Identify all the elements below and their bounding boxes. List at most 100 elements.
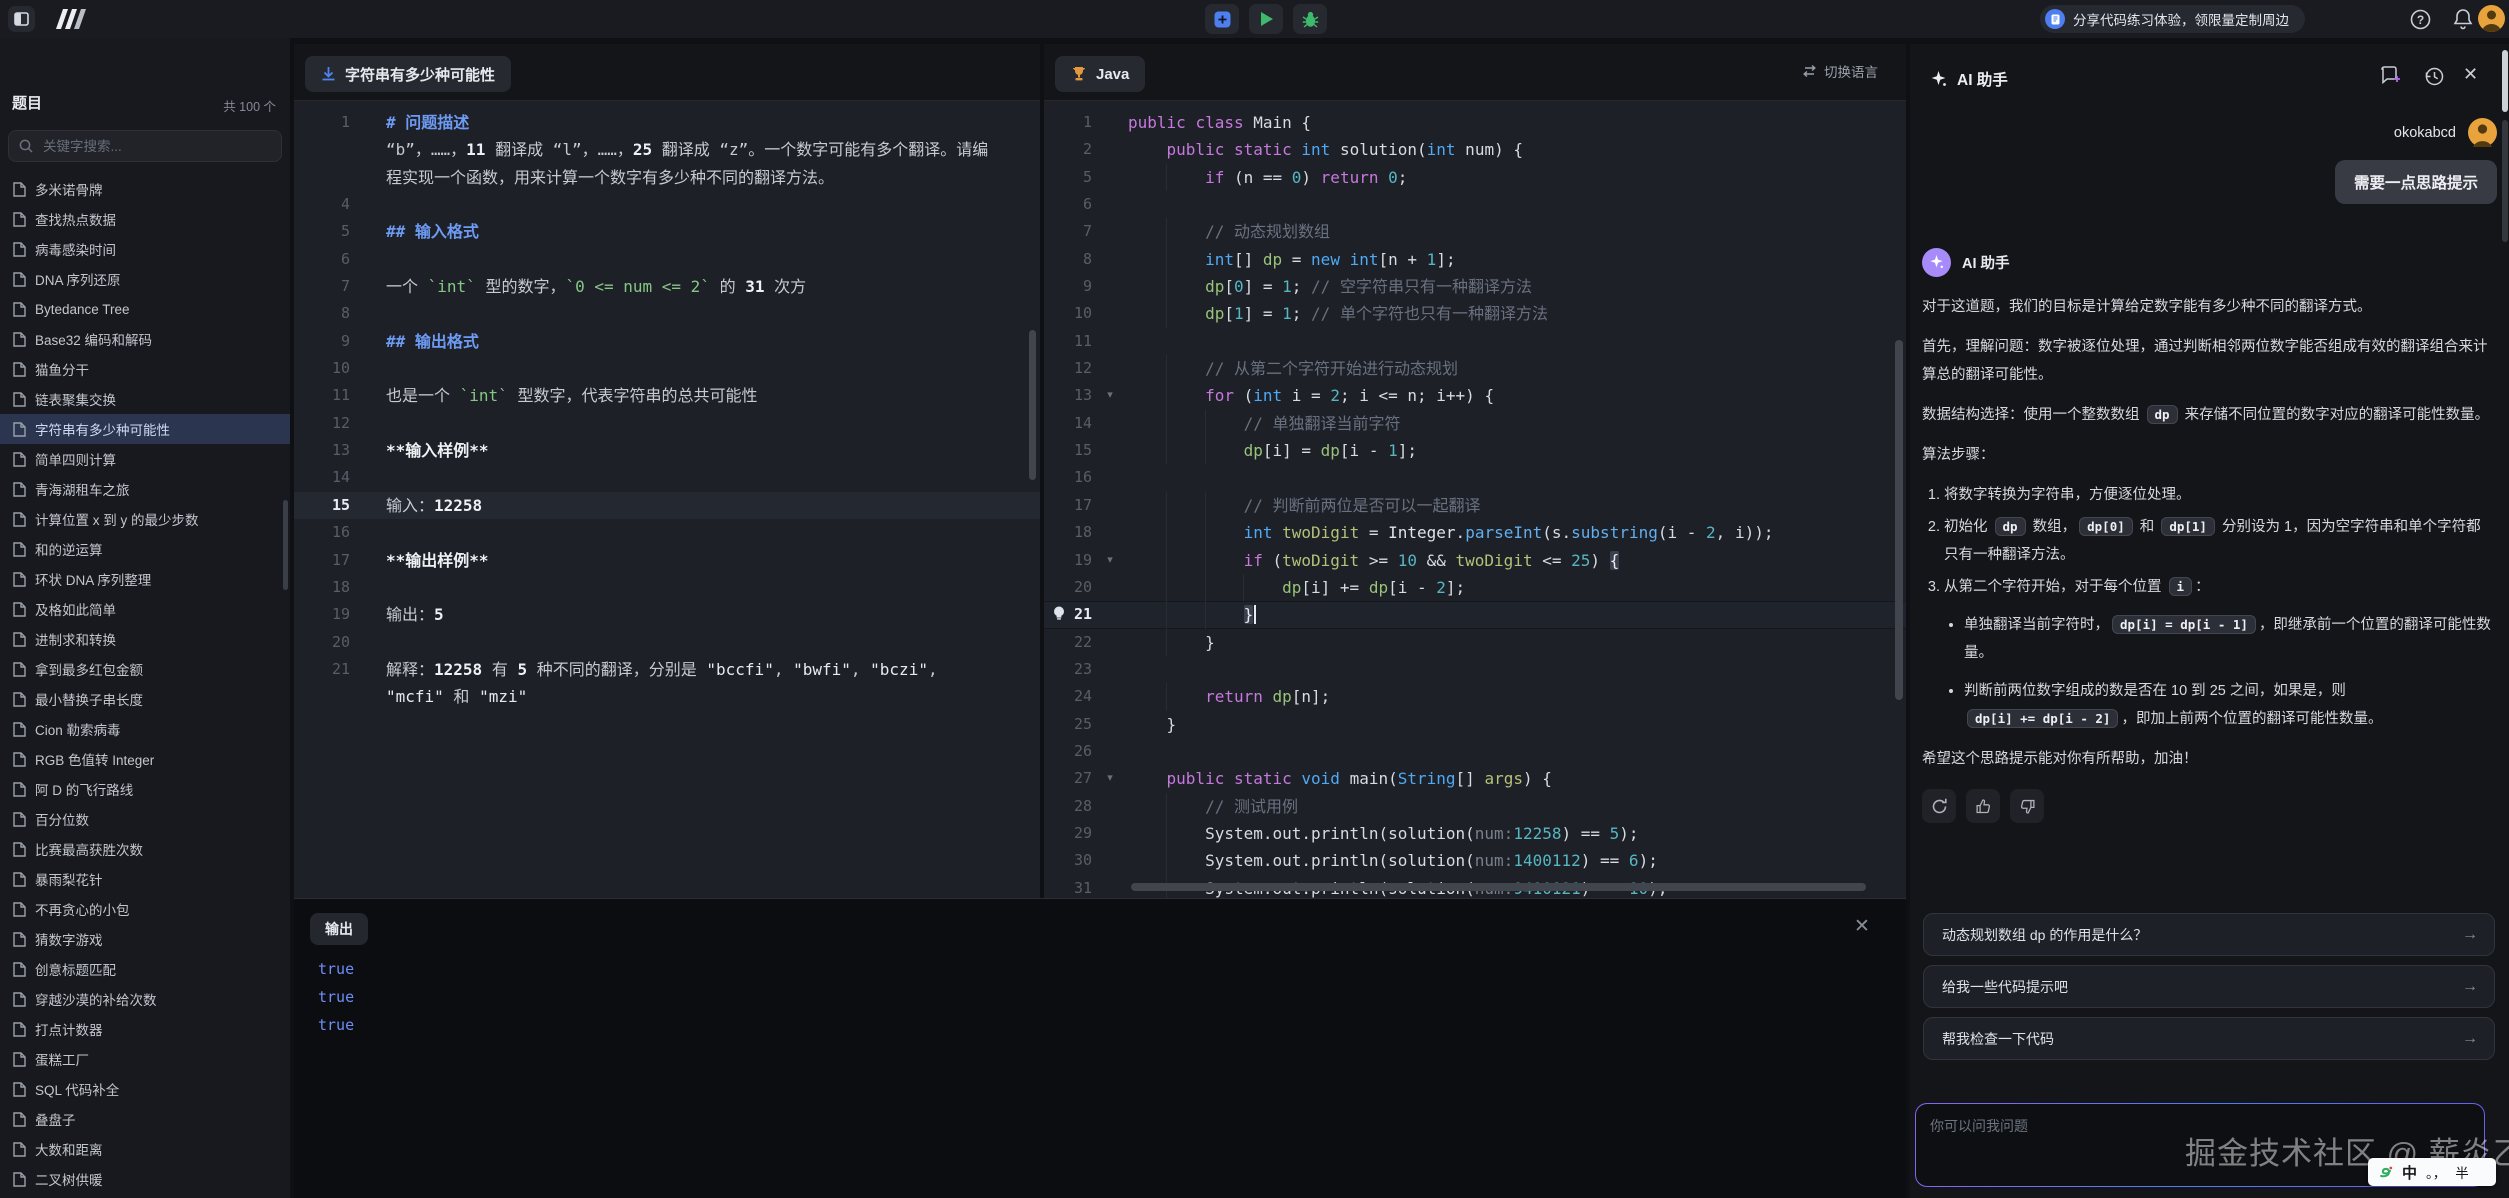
code-line-28[interactable]: 28 // 测试用例: [1044, 793, 1906, 820]
sidebar-item-30[interactable]: SQL 代码补全: [0, 1074, 290, 1104]
sidebar-item-28[interactable]: 打点计数器: [0, 1014, 290, 1044]
description-row[interactable]: 9## 输出格式: [294, 328, 1040, 355]
sidebar-item-19[interactable]: RGB 色值转 Integer: [0, 744, 290, 774]
sidebar-item-16[interactable]: 拿到最多红包金额: [0, 654, 290, 684]
sidebar-item-14[interactable]: 及格如此简单: [0, 594, 290, 624]
notification-bell-icon[interactable]: [2453, 8, 2473, 30]
code-line-24[interactable]: 24 return dp[n];: [1044, 683, 1906, 710]
share-campaign-pill[interactable]: 分享代码练习体验，领限量定制周边: [2040, 5, 2305, 33]
help-icon[interactable]: ?: [2410, 9, 2431, 30]
code-editor[interactable]: 1public class Main {2 public static int …: [1044, 100, 1906, 898]
code-line-15[interactable]: 15 dp[i] = dp[i - 1];: [1044, 437, 1906, 464]
code-line-6[interactable]: 6: [1044, 191, 1906, 218]
run-button[interactable]: [1249, 4, 1283, 34]
editor-vertical-scrollbar[interactable]: [1895, 340, 1903, 700]
sidebar-item-24[interactable]: 不再贪心的小包: [0, 894, 290, 924]
fold-chevron-icon[interactable]: ▾: [1100, 382, 1120, 409]
sidebar-item-13[interactable]: 环状 DNA 序列整理: [0, 564, 290, 594]
thumbs-up-button[interactable]: [1966, 789, 2000, 823]
code-line-23[interactable]: 23: [1044, 656, 1906, 683]
code-line-14[interactable]: 14 // 单独翻译当前字符: [1044, 410, 1906, 437]
user-avatar[interactable]: [2478, 5, 2505, 32]
sidebar-item-26[interactable]: 创意标题匹配: [0, 954, 290, 984]
close-panel-icon[interactable]: ✕: [2463, 64, 2478, 85]
problem-tab[interactable]: 字符串有多少种可能性: [305, 56, 511, 92]
problem-description-editor[interactable]: 1# 问题描述“b”，……，11 翻译成 “l”，……，25 翻译成 “z”。一…: [294, 100, 1040, 898]
sidebar-item-4[interactable]: Bytedance Tree: [0, 294, 290, 324]
ime-status-bar[interactable]: 中。，半: [2368, 1158, 2496, 1186]
output-tab[interactable]: 输出: [310, 913, 368, 945]
sidebar-item-18[interactable]: Cion 勒索病毒: [0, 714, 290, 744]
description-row[interactable]: 15输入：12258: [294, 492, 1040, 519]
new-run-button[interactable]: [1205, 4, 1239, 34]
sidebar-item-8[interactable]: 字符串有多少种可能性: [0, 414, 290, 444]
description-row[interactable]: 21解释：12258 有 5 种不同的翻译，分别是 "bccfi", "bwfi…: [294, 656, 1040, 683]
sidebar-item-1[interactable]: 查找热点数据: [0, 204, 290, 234]
history-icon[interactable]: [2424, 66, 2445, 87]
search-box[interactable]: [8, 130, 282, 162]
description-row[interactable]: 14: [294, 464, 1040, 491]
sidebar-item-12[interactable]: 和的逆运算: [0, 534, 290, 564]
code-line-19[interactable]: 19▾ if (twoDigit >= 10 && twoDigit <= 25…: [1044, 547, 1906, 574]
sidebar-item-5[interactable]: Base32 编码和解码: [0, 324, 290, 354]
description-row[interactable]: 17**输出样例**: [294, 547, 1040, 574]
code-line-12[interactable]: 12 // 从第二个字符开始进行动态规划: [1044, 355, 1906, 382]
code-line-16[interactable]: 16: [1044, 464, 1906, 491]
description-row[interactable]: 11也是一个 `int` 型数字，代表字符串的总共可能性: [294, 382, 1040, 409]
regenerate-button[interactable]: [1922, 789, 1956, 823]
description-row[interactable]: 8: [294, 300, 1040, 327]
sidebar-item-22[interactable]: 比赛最高获胜次数: [0, 834, 290, 864]
sidebar-item-20[interactable]: 阿 D 的飞行路线: [0, 774, 290, 804]
sidebar-item-0[interactable]: 多米诺骨牌: [0, 174, 290, 204]
code-line-9[interactable]: 9 dp[0] = 1; // 空字符串只有一种翻译方法: [1044, 273, 1906, 300]
sidebar-item-32[interactable]: 大数和距离: [0, 1134, 290, 1164]
code-line-2[interactable]: 2 public static int solution(int num) {: [1044, 136, 1906, 163]
code-line-1[interactable]: 1public class Main {: [1044, 109, 1906, 136]
page-scrollbar-thumb[interactable]: [2502, 50, 2508, 112]
sidebar-item-10[interactable]: 青海湖租车之旅: [0, 474, 290, 504]
fold-chevron-icon[interactable]: ▾: [1100, 765, 1120, 792]
sidebar-toggle-button[interactable]: [8, 6, 35, 32]
search-input[interactable]: [41, 138, 271, 155]
thumbs-down-button[interactable]: [2010, 789, 2044, 823]
sidebar-item-2[interactable]: 病毒感染时间: [0, 234, 290, 264]
description-row[interactable]: 5## 输入格式: [294, 218, 1040, 245]
code-line-27[interactable]: 27▾ public static void main(String[] arg…: [1044, 765, 1906, 792]
code-line-22[interactable]: 22 }: [1044, 629, 1906, 656]
sidebar-item-7[interactable]: 链表聚集交换: [0, 384, 290, 414]
sidebar-item-21[interactable]: 百分位数: [0, 804, 290, 834]
sidebar-item-23[interactable]: 暴雨梨花针: [0, 864, 290, 894]
sidebar-item-33[interactable]: 二叉树供暖: [0, 1164, 290, 1194]
sidebar-item-3[interactable]: DNA 序列还原: [0, 264, 290, 294]
fold-chevron-icon[interactable]: ▾: [1100, 547, 1120, 574]
sidebar-item-9[interactable]: 简单四则计算: [0, 444, 290, 474]
page-scrollbar-track-segment[interactable]: [2502, 120, 2508, 242]
code-line-18[interactable]: 18 int twoDigit = Integer.parseInt(s.sub…: [1044, 519, 1906, 546]
description-row[interactable]: 18: [294, 574, 1040, 601]
sidebar-item-6[interactable]: 猫鱼分干: [0, 354, 290, 384]
sidebar-item-17[interactable]: 最小替换子串长度: [0, 684, 290, 714]
output-close-icon[interactable]: ✕: [1854, 917, 1870, 937]
code-line-26[interactable]: 26: [1044, 738, 1906, 765]
sidebar-item-34[interactable]: 二分数字: [0, 1194, 290, 1198]
code-line-21[interactable]: 21 }: [1044, 601, 1906, 628]
description-row[interactable]: 12: [294, 410, 1040, 437]
description-row[interactable]: 4: [294, 191, 1040, 218]
description-row[interactable]: 20: [294, 629, 1040, 656]
code-line-20[interactable]: 20 dp[i] += dp[i - 2];: [1044, 574, 1906, 601]
description-row[interactable]: 程实现一个函数，用来计算一个数字有多少种不同的翻译方法。: [294, 164, 1040, 191]
code-line-17[interactable]: 17 // 判断前两位是否可以一起翻译: [1044, 492, 1906, 519]
sidebar-scrollbar[interactable]: [283, 500, 288, 590]
description-row[interactable]: 1# 问题描述: [294, 109, 1040, 136]
description-row[interactable]: 10: [294, 355, 1040, 382]
description-row[interactable]: 16: [294, 519, 1040, 546]
sidebar-item-11[interactable]: 计算位置 x 到 y 的最少步数: [0, 504, 290, 534]
code-line-13[interactable]: 13▾ for (int i = 2; i <= n; i++) {: [1044, 382, 1906, 409]
description-row[interactable]: 7一个 `int` 型的数字，`0 <= num <= 2` 的 31 次方: [294, 273, 1040, 300]
suggestion-chip-1[interactable]: 给我一些代码提示吧→: [1923, 965, 2495, 1008]
description-row[interactable]: 13**输入样例**: [294, 437, 1040, 464]
debug-button[interactable]: [1293, 4, 1327, 34]
description-row[interactable]: 19输出：5: [294, 601, 1040, 628]
code-line-7[interactable]: 7 // 动态规划数组: [1044, 218, 1906, 245]
suggestion-chip-0[interactable]: 动态规划数组 dp 的作用是什么？→: [1923, 913, 2495, 956]
